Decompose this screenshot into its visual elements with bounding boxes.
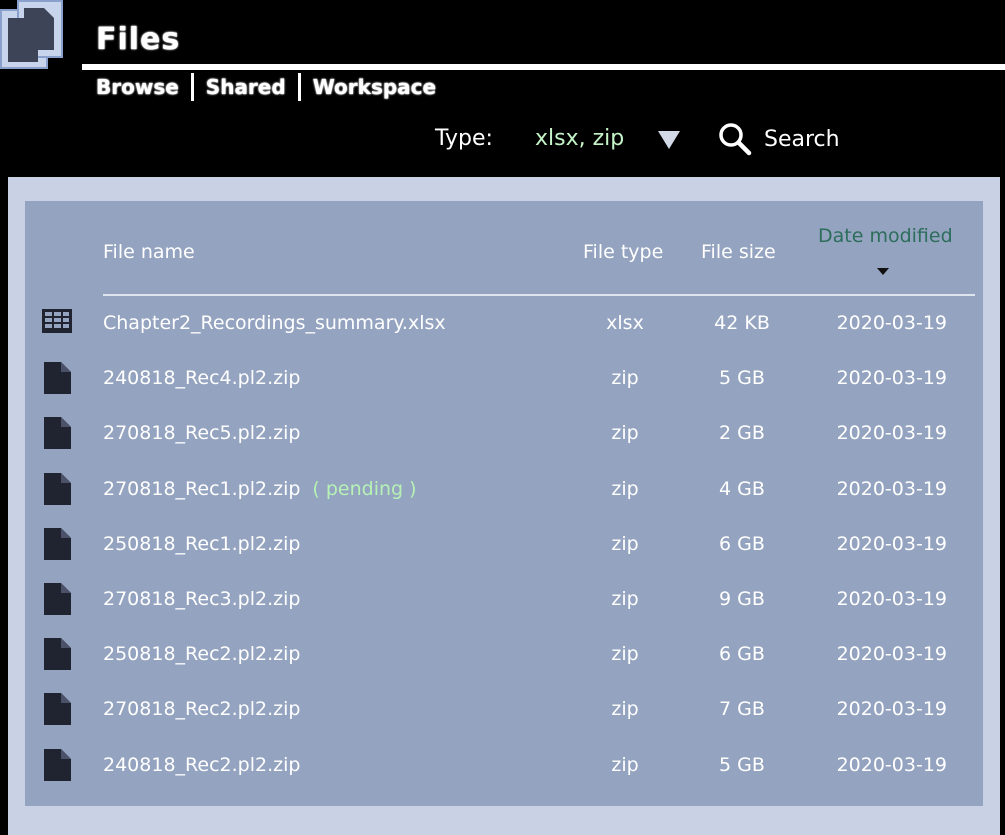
file-icon (44, 748, 71, 781)
file-icon (44, 472, 71, 505)
file-name-text: 240818_Rec2.pl2.zip (103, 753, 301, 776)
file-browser-page: Files Browse Shared Workspace Type: xlsx… (0, 0, 1005, 835)
table-row[interactable]: 270818_Rec1.pl2.zip ( pending ) zip 4 GB 202… (25, 463, 983, 518)
column-header-date-modified[interactable]: Date modified (818, 223, 953, 249)
file-icon (44, 582, 71, 615)
table-row[interactable]: 250818_Rec1.pl2.zip zip 6 GB 2020-03-19 (25, 518, 983, 573)
date-modified-cell: 2020-03-19 (836, 532, 947, 555)
date-modified-cell: 2020-03-19 (836, 643, 947, 666)
table-header: File name File type File size Date modif… (25, 201, 983, 297)
file-icon (44, 638, 71, 671)
file-name-text: 270818_Rec2.pl2.zip (103, 698, 301, 721)
file-name-cell: 250818_Rec1.pl2.zip (103, 531, 300, 557)
file-type-cell: zip (611, 698, 639, 721)
page-title: Files (96, 22, 181, 57)
file-name-text: 270818_Rec3.pl2.zip (103, 587, 301, 610)
header-divider (82, 64, 1005, 70)
file-name-cell: 240818_Rec4.pl2.zip (103, 365, 300, 391)
file-name-cell: 270818_Rec5.pl2.zip (103, 420, 300, 446)
table-row[interactable]: 270818_Rec3.pl2.zip zip 9 GB 2020-03-19 (25, 573, 983, 628)
type-filter-value[interactable]: xlsx, zip (535, 124, 624, 154)
file-name-cell: Chapter2_Recordings_summary.xlsx (103, 310, 446, 336)
file-type-cell: zip (611, 367, 639, 390)
file-size-cell: 2 GB (719, 422, 765, 445)
file-list-panel: File name File type File size Date modif… (8, 177, 1000, 835)
search-icon (719, 123, 752, 156)
file-size-cell: 6 GB (719, 643, 765, 666)
files-app-icon (0, 0, 63, 69)
file-type-cell: zip (611, 422, 639, 445)
nav-link-workspace[interactable]: Workspace (313, 75, 436, 99)
file-size-cell: 9 GB (719, 587, 765, 610)
file-icon (44, 417, 71, 450)
file-name-cell: 250818_Rec2.pl2.zip (103, 641, 300, 667)
date-modified-cell: 2020-03-19 (836, 587, 947, 610)
file-name-text: 250818_Rec1.pl2.zip (103, 532, 301, 555)
file-size-cell: 42 KB (714, 312, 770, 334)
file-name-cell: 270818_Rec3.pl2.zip (103, 586, 300, 612)
date-modified-cell: 2020-03-19 (836, 422, 947, 445)
file-type-cell: xlsx (606, 312, 644, 334)
file-name-text: 240818_Rec4.pl2.zip (103, 367, 301, 390)
nav-link-shared[interactable]: Shared (206, 75, 286, 99)
file-size-cell: 5 GB (719, 367, 765, 390)
column-header-file-name[interactable]: File name (103, 239, 195, 265)
nav-separator (190, 73, 194, 101)
file-type-cell: zip (611, 477, 639, 500)
date-modified-cell: 2020-03-19 (836, 367, 947, 390)
pending-status-badge: ( pending ) (312, 477, 417, 500)
table-row[interactable]: 270818_Rec5.pl2.zip zip 2 GB 2020-03-19 (25, 407, 983, 462)
file-size-cell: 6 GB (719, 532, 765, 555)
file-size-cell: 7 GB (719, 698, 765, 721)
nav-link-browse[interactable]: Browse (96, 75, 179, 99)
table-row[interactable]: 250818_Rec2.pl2.zip zip 6 GB 2020-03-19 (25, 628, 983, 683)
search-button-label: Search (764, 126, 840, 152)
file-name-text: 270818_Rec5.pl2.zip (103, 422, 301, 445)
file-name-cell: 270818_Rec1.pl2.zip ( pending ) (103, 476, 417, 502)
file-name-cell: 240818_Rec2.pl2.zip (103, 752, 300, 778)
file-name-text: 270818_Rec1.pl2.zip (103, 477, 301, 500)
sort-descending-icon[interactable] (877, 268, 889, 275)
file-table: File name File type File size Date modif… (25, 201, 983, 806)
table-row[interactable]: Chapter2_Recordings_summary.xlsx xlsx 42 K… (25, 297, 983, 352)
header-divider (103, 294, 975, 296)
file-name-text: 250818_Rec2.pl2.zip (103, 643, 301, 666)
file-type-cell: zip (611, 587, 639, 610)
file-name-cell: 270818_Rec2.pl2.zip (103, 696, 300, 722)
table-row[interactable]: 240818_Rec4.pl2.zip zip 5 GB 2020-03-19 (25, 352, 983, 407)
file-rows: Chapter2_Recordings_summary.xlsx xlsx 42 K… (25, 297, 983, 794)
date-modified-cell: 2020-03-19 (836, 477, 947, 500)
table-row[interactable]: 270818_Rec2.pl2.zip zip 7 GB 2020-03-19 (25, 683, 983, 738)
sub-navigation: Browse Shared Workspace (96, 72, 436, 102)
date-modified-cell: 2020-03-19 (836, 312, 947, 334)
type-dropdown-caret-icon[interactable] (658, 131, 680, 149)
spreadsheet-icon (42, 309, 72, 333)
type-filter-label: Type: (435, 126, 493, 151)
search-button[interactable]: Search (718, 120, 858, 158)
file-icon (44, 527, 71, 560)
file-type-cell: zip (611, 643, 639, 666)
date-modified-cell: 2020-03-19 (836, 753, 947, 776)
table-row[interactable]: 240818_Rec2.pl2.zip zip 5 GB 2020-03-19 (25, 739, 983, 794)
date-modified-cell: 2020-03-19 (836, 698, 947, 721)
file-type-cell: zip (611, 532, 639, 555)
file-size-cell: 4 GB (719, 477, 765, 500)
file-icon (44, 693, 71, 726)
file-icon (44, 362, 71, 395)
column-header-file-size[interactable]: File size (701, 239, 776, 265)
file-size-cell: 5 GB (719, 753, 765, 776)
file-name-text: Chapter2_Recordings_summary.xlsx (103, 312, 446, 334)
column-header-file-type[interactable]: File type (583, 239, 663, 265)
file-type-cell: zip (611, 753, 639, 776)
nav-separator (297, 73, 301, 101)
